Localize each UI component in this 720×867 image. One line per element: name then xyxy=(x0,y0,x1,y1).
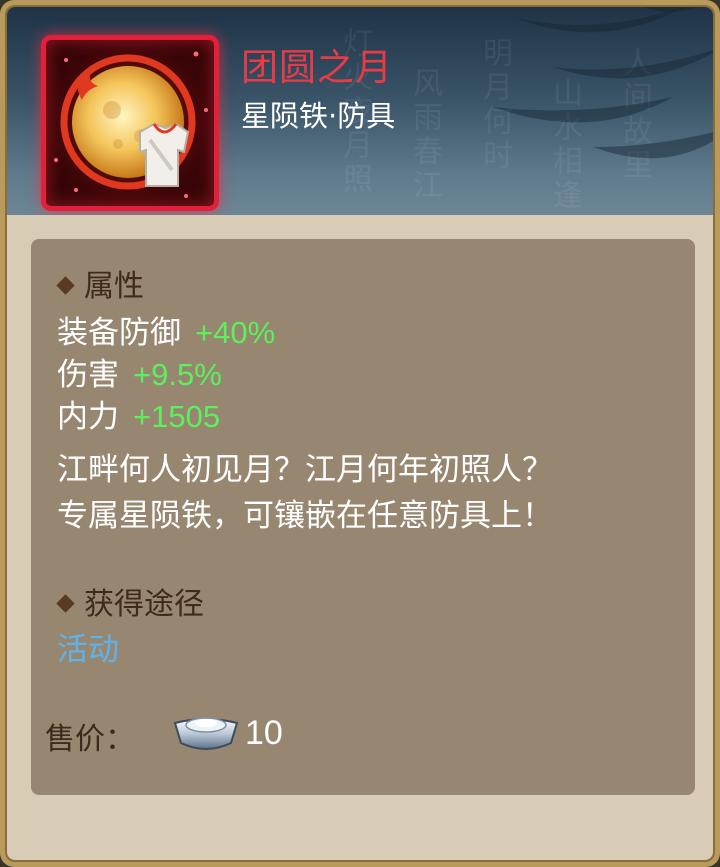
item-tooltip-frame: 灯火夜月照 风雨春江 明月何时 山水相逢 人间故里 团圆之月 星陨铁·防具 属性… xyxy=(0,0,720,867)
acquisition-heading: 获得途径 xyxy=(56,579,204,623)
stat-label: 装备防御 xyxy=(57,315,181,351)
stat-label: 伤害 xyxy=(57,357,119,393)
tooltip-header: 灯火夜月照 风雨春江 明月何时 山水相逢 人间故里 团圆之月 星陨铁·防具 xyxy=(7,7,713,215)
background-calligraphy: 风雨春江 xyxy=(407,67,442,203)
stat-row: 伤害 +9.5% xyxy=(57,349,222,394)
stat-label: 内力 xyxy=(57,399,119,435)
description-line: 专属星陨铁，可镶嵌在任意防具上！ xyxy=(57,498,553,534)
moon-armor-icon xyxy=(52,45,208,201)
attributes-heading-label: 属性 xyxy=(84,269,144,304)
stat-value: +9.5% xyxy=(133,357,222,392)
silver-ingot-icon xyxy=(173,717,239,750)
item-icon[interactable] xyxy=(41,35,219,211)
item-type: 星陨铁·防具 xyxy=(241,99,396,133)
description-line: 江畔何人初见月？江月何年初照人？ xyxy=(57,452,553,488)
diamond-bullet-icon xyxy=(56,594,75,613)
attributes-heading: 属性 xyxy=(56,261,144,305)
item-name: 团圆之月 xyxy=(241,46,393,89)
diamond-bullet-icon xyxy=(56,276,75,295)
details-panel: 属性 装备防御 +40% 伤害 +9.5% 内力 +1505 江畔何人初见月？江月何年… xyxy=(31,239,695,795)
acquisition-heading-label: 获得途径 xyxy=(84,587,204,622)
acquisition-source-link[interactable]: 活动 xyxy=(57,624,119,669)
price-value: 10 xyxy=(245,714,283,752)
item-description: 江畔何人初见月？江月何年初照人？ 专属星陨铁，可镶嵌在任意防具上！ xyxy=(57,447,553,539)
bamboo-leaves-decoration xyxy=(493,7,713,159)
price-label: 售价： xyxy=(45,722,135,757)
item-tooltip: 灯火夜月照 风雨春江 明月何时 山水相逢 人间故里 团圆之月 星陨铁·防具 属性… xyxy=(5,5,715,862)
stat-row: 内力 +1505 xyxy=(57,391,220,436)
stat-row: 装备防御 +40% xyxy=(57,307,275,352)
stat-value: +40% xyxy=(195,315,276,350)
stat-value: +1505 xyxy=(133,399,221,434)
